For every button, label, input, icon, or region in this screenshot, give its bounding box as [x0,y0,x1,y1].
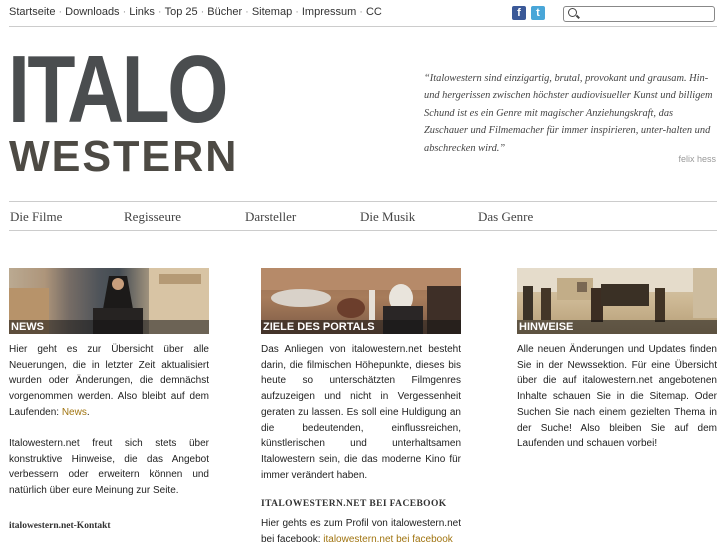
ziele-caption: ZIELE DES PORTALS [261,320,461,334]
news-intro-text: Hier geht es zur Übersicht über alle Neu… [9,344,209,418]
hinweise-paragraph: Alle neuen Änderungen und Updates finden… [517,344,717,450]
search-icon[interactable] [568,8,577,17]
social-links: ft [512,6,550,24]
news-link[interactable]: News [62,407,87,418]
news-text: Hier geht es zur Übersicht über alle Neu… [9,342,209,499]
facebook-link[interactable]: italowestern.net bei facebook [323,534,453,545]
separator: · [58,6,63,18]
separator: · [200,6,205,18]
nav-regisseure[interactable]: Regisseure [124,209,181,225]
news-column: NEWS Hier geht es zur Übersicht über all… [9,268,209,538]
topnav-impressum[interactable]: Impressum [302,6,356,18]
topnav-cc[interactable]: CC [366,6,382,18]
facebook-icon[interactable]: f [512,6,526,20]
ziele-text: Das Anliegen von italowestern.net besteh… [261,342,461,483]
separator: · [295,6,299,18]
separator: · [359,6,363,18]
topnav-downloads[interactable]: Downloads [65,6,119,18]
divider [9,201,717,202]
separator: · [245,6,249,18]
top-navigation: Startseite · Downloads · Links · Top 25 · Bücher… [9,6,382,18]
ziele-image[interactable]: ZIELE DES PORTALS [261,268,461,334]
news-intro-end: . [86,406,90,418]
separator: · [122,6,127,18]
nav-die-musik[interactable]: Die Musik [360,209,415,225]
ziele-column: ZIELE DES PORTALS Das Anliegen von italo… [261,268,461,547]
news-paragraph-1: Hier geht es zur Übersicht über alle Neu… [9,342,209,421]
facebook-heading: ITALOWESTERN.NET BEI FACEBOOK [261,498,447,509]
topnav-top25[interactable]: Top 25 [165,6,198,18]
site-logo[interactable]: ITALO WESTERN [8,42,293,181]
news-paragraph-2: Italowestern.net freut sich stets über k… [9,438,209,497]
topnav-startseite[interactable]: Startseite [9,6,55,18]
twitter-icon[interactable]: t [531,6,545,20]
nav-die-filme[interactable]: Die Filme [10,209,62,225]
hinweise-text: Alle neuen Änderungen und Updates finden… [517,342,717,452]
search-box [563,6,715,22]
topnav-buecher[interactable]: Bücher [207,6,242,18]
hinweise-caption: HINWEISE [517,320,717,334]
logo-text-italo: ITALO [8,36,228,143]
topnav-sitemap[interactable]: Sitemap [252,6,292,18]
nav-das-genre[interactable]: Das Genre [478,209,533,225]
hinweise-column: HINWEISE Alle neuen Änderungen und Updat… [517,268,717,467]
news-image[interactable]: NEWS [9,268,209,334]
nav-darsteller[interactable]: Darsteller [245,209,296,225]
facebook-text: Hier gehts es zum Profil von italowester… [261,516,461,547]
contact-link[interactable]: italowestern.net-Kontakt [9,521,209,531]
logo-text-western: WESTERN [9,132,239,181]
header-quote: “Italowestern sind einzigartig, brutal, … [424,73,713,154]
quote-author: felix hess [678,154,716,164]
divider [9,26,717,27]
topnav-links[interactable]: Links [129,6,155,18]
hinweise-image[interactable]: HINWEISE [517,268,717,334]
ziele-paragraph: Das Anliegen von italowestern.net besteh… [261,344,461,481]
separator: · [157,6,162,18]
search-input[interactable] [582,7,710,20]
divider [9,230,717,231]
news-caption: NEWS [9,320,209,334]
